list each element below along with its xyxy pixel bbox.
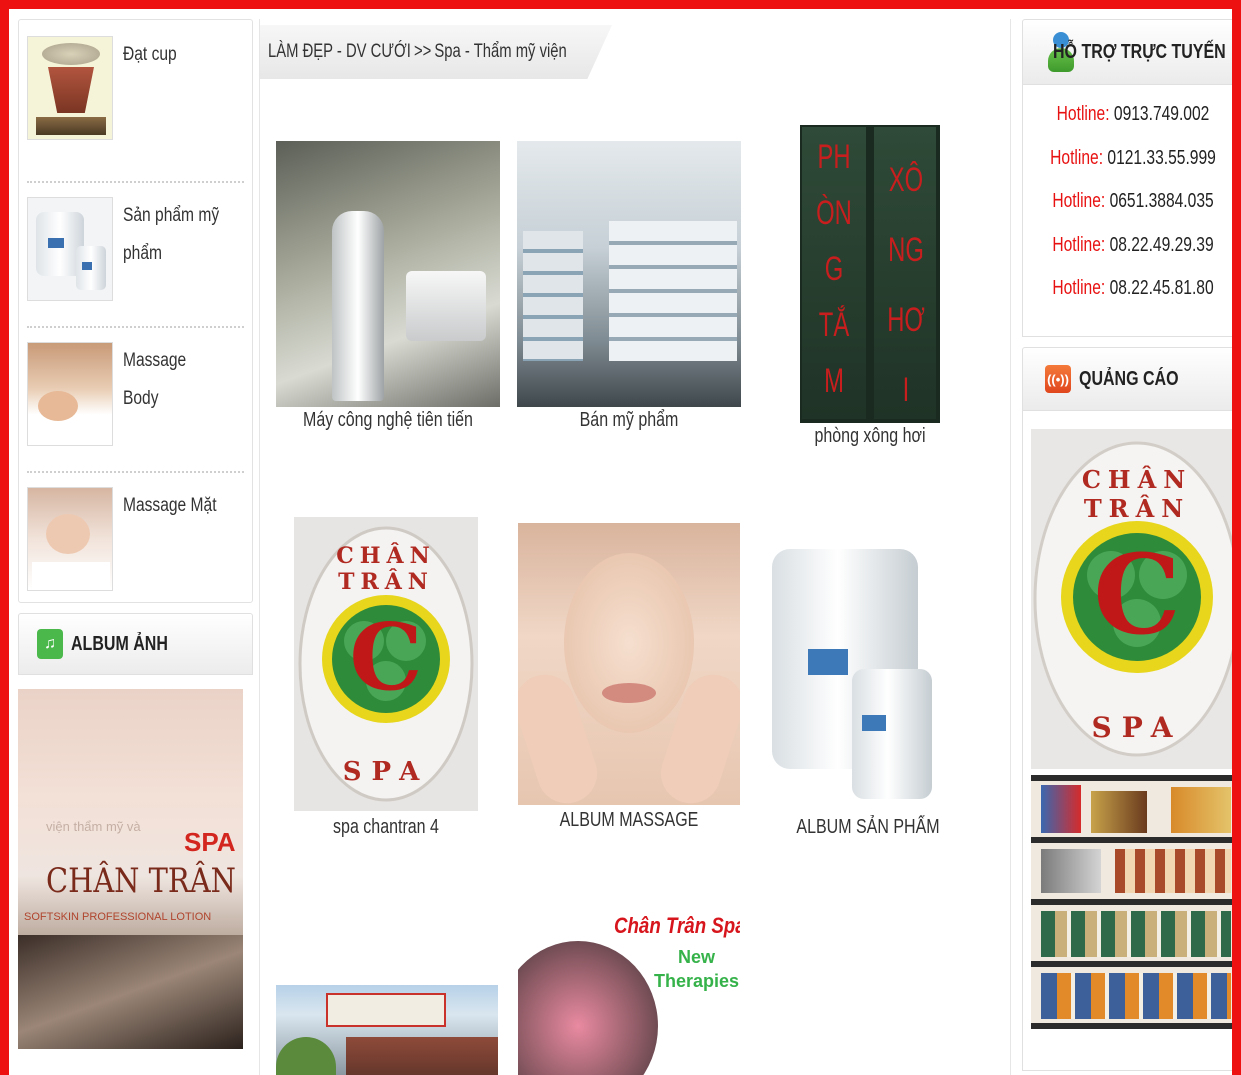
gallery-caption[interactable]: Máy công nghệ tiên tiến <box>298 409 477 432</box>
hotline-number[interactable]: 08.22.45.81.80 <box>1110 277 1214 299</box>
steam-sign-right: XÔNG HƠI <box>887 161 925 409</box>
hotline-label: Hotline: <box>1052 190 1106 212</box>
gallery-image-steam-room[interactable]: PHÒNG TẮM TRẮNG XÔNG HƠI <box>800 125 940 423</box>
ad-logo-bottom-text: SPA <box>1091 711 1183 744</box>
breadcrumb: LÀM ĐẸP - DV CƯỚI >> Spa - Thẩm mỹ viện <box>260 25 612 79</box>
right-column: HỖ TRỢ TRỰC TUYẾN Hotline: 0913.749.002 … <box>1022 19 1232 1071</box>
gallery-caption[interactable]: Bán mỹ phẩm <box>539 409 718 432</box>
gallery-image-storefront[interactable] <box>276 985 498 1075</box>
hotline-item[interactable]: Hotline: 0913.749.002 <box>1047 103 1219 147</box>
product-thumb-massage-face[interactable] <box>27 487 113 591</box>
hotline-item[interactable]: Hotline: 08.22.49.29.39 <box>1047 234 1219 278</box>
left-column: Đạt cup Sản phẩm mỹ phẩm Massage Body Ma… <box>18 19 253 1049</box>
product-item[interactable]: Massage Body <box>27 326 244 471</box>
product-link-massage-face[interactable]: Massage Mặt <box>123 487 222 525</box>
support-header: HỖ TRỢ TRỰC TUYẾN <box>1022 19 1232 85</box>
hotline-label: Hotline: <box>1052 277 1106 299</box>
product-item[interactable]: Sản phẩm mỹ phẩm <box>27 181 244 326</box>
gallery-image-shop[interactable] <box>517 141 741 407</box>
product-link-cosmetics[interactable]: Sản phẩm mỹ phẩm <box>123 197 222 273</box>
breadcrumb-current[interactable]: Spa - Thẩm mỹ viện <box>434 41 566 62</box>
hotline-item[interactable]: Hotline: 08.22.45.81.80 <box>1047 277 1219 321</box>
promo-brand: Chân Trân Spa <box>614 913 740 938</box>
gallery-image-logo[interactable]: C CHÂN TRÂN SPA <box>294 517 478 811</box>
ad-logo-banner[interactable]: C CHÂN TRÂN SPA <box>1031 429 1232 769</box>
album-header: ♫ ALBUM ẢNH <box>18 613 253 675</box>
logo-bottom-text: SPA <box>342 757 430 787</box>
product-link-dat-cup[interactable]: Đạt cup <box>123 36 222 74</box>
gallery-caption[interactable]: ALBUM MASSAGE <box>540 809 718 832</box>
ad-logo-top-text: CHÂN TRÂN <box>1081 465 1193 523</box>
gallery-image-massage[interactable] <box>518 523 740 805</box>
hotline-item[interactable]: Hotline: 0121.33.55.999 <box>1047 147 1219 191</box>
ads-header: ((•)) QUẢNG CÁO <box>1022 347 1232 411</box>
ad-shelf-banner[interactable] <box>1031 775 1232 1029</box>
gallery-caption[interactable]: phòng xông hơi <box>798 425 942 448</box>
product-link-massage-body[interactable]: Massage Body <box>123 342 222 418</box>
hotline-number[interactable]: 0121.33.55.999 <box>1107 147 1215 169</box>
steam-sign-left: PHÒNG TẮM TRẮNG <box>816 138 852 423</box>
broadcast-icon: ((•)) <box>1045 365 1071 393</box>
hotline-label: Hotline: <box>1050 146 1104 169</box>
product-thumb-cosmetics[interactable] <box>27 197 113 301</box>
gallery-caption[interactable]: ALBUM SẢN PHẨM <box>788 816 948 839</box>
ads-list: C CHÂN TRÂN SPA <box>1022 411 1232 1071</box>
page-frame: Đạt cup Sản phẩm mỹ phẩm Massage Body Ma… <box>0 0 1241 1075</box>
album-photo[interactable]: viện thẩm mỹ và SPA CHÂN TRÂN SOFTSKIN P… <box>18 689 243 1049</box>
album-icon: ♫ <box>37 629 63 659</box>
promo-line2: Therapies <box>654 971 740 991</box>
svg-text:C: C <box>349 603 422 711</box>
gallery-caption[interactable]: spa chantran 4 <box>312 816 459 839</box>
hotline-number[interactable]: 0651.3884.035 <box>1110 190 1214 212</box>
hotline-label: Hotline: <box>1056 103 1110 125</box>
product-item[interactable]: Đạt cup <box>27 36 244 181</box>
breadcrumb-separator: >> <box>413 41 432 62</box>
ads-title: QUẢNG CÁO <box>1079 367 1179 390</box>
album-sign-small: viện thẩm mỹ và <box>46 819 141 834</box>
support-title: HỖ TRỢ TRỰC TUYẾN <box>1053 40 1226 63</box>
album-sign-main: CHÂN TRÂN <box>46 861 236 901</box>
product-thumb-cup[interactable] <box>27 36 113 140</box>
gallery-image-machine[interactable] <box>276 141 500 407</box>
main-content: LÀM ĐẸP - DV CƯỚI >> Spa - Thẩm mỹ viện Má… <box>259 19 1011 1075</box>
gallery-image-products[interactable] <box>768 539 938 805</box>
album-sign-spa: SPA <box>184 827 236 857</box>
hotline-label: Hotline: <box>1052 233 1106 256</box>
breadcrumb-category[interactable]: LÀM ĐẸP - DV CƯỚI <box>268 41 411 62</box>
hotline-number[interactable]: 08.22.49.29.39 <box>1110 234 1214 256</box>
gallery-image-promo[interactable]: Chân Trân Spa New Therapies <box>518 907 740 1075</box>
hotline-list: Hotline: 0913.749.002 Hotline: 0121.33.5… <box>1022 85 1232 337</box>
svg-text:C: C <box>1093 530 1181 659</box>
album-title: ALBUM ẢNH <box>71 632 168 655</box>
breadcrumb-text: LÀM ĐẸP - DV CƯỚI >> Spa - Thẩm mỹ viện <box>268 41 567 63</box>
product-item[interactable]: Massage Mặt <box>27 471 244 616</box>
logo-top-text: CHÂN TRÂN <box>336 543 436 595</box>
hotline-number[interactable]: 0913.749.002 <box>1114 103 1209 125</box>
hotline-item[interactable]: Hotline: 0651.3884.035 <box>1047 190 1219 234</box>
promo-line1: New <box>678 947 716 967</box>
product-list: Đạt cup Sản phẩm mỹ phẩm Massage Body Ma… <box>18 19 253 603</box>
product-thumb-massage-body[interactable] <box>27 342 113 446</box>
album-sign-sub: SOFTSKIN PROFESSIONAL LOTION <box>24 911 212 923</box>
